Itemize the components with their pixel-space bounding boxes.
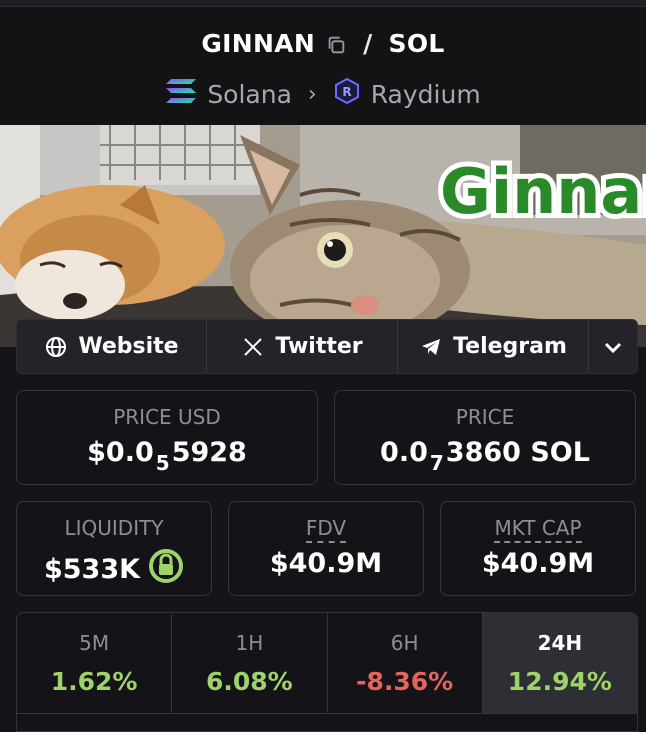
token-banner-image: Ginnan [0, 125, 646, 347]
chevron-right-icon: › [307, 81, 317, 107]
copy-icon[interactable] [325, 33, 347, 55]
svg-text:R: R [342, 85, 351, 99]
change-value: 6.08% [206, 667, 293, 696]
liquidity-value-row: $533K [17, 548, 211, 591]
website-button[interactable]: Website [17, 320, 207, 373]
price-usd-label: PRICE USD [113, 405, 221, 429]
liquidity-value: $533K [43, 554, 141, 585]
change-tab-5m[interactable]: 5M 1.62% [17, 613, 173, 713]
chevron-down-icon [604, 342, 622, 353]
telegram-label: Telegram [453, 334, 567, 359]
mktcap-card: MKT CAP $40.9M [440, 501, 636, 596]
change-period-label: 1H [235, 631, 264, 655]
dex-link[interactable]: Raydium [371, 80, 481, 109]
price-usd-digits: 5928 [171, 437, 247, 468]
price-usd-prefix: $0.0 [87, 437, 154, 468]
raydium-icon: R [333, 77, 361, 111]
fdv-label[interactable]: FDV [305, 516, 347, 543]
price-zero-count: 7 [429, 450, 444, 475]
telegram-button[interactable]: Telegram [398, 320, 589, 373]
liquidity-card: LIQUIDITY $533K [16, 501, 212, 596]
change-period-label: 24H [537, 631, 583, 655]
telegram-icon [422, 338, 441, 355]
pair-separator: / [363, 29, 373, 58]
lock-icon[interactable] [148, 548, 184, 591]
solana-icon [165, 78, 197, 110]
liquidity-label: LIQUIDITY [64, 516, 164, 540]
quote-symbol: SOL [388, 29, 445, 58]
mktcap-label[interactable]: MKT CAP [494, 516, 582, 543]
top-edge [0, 0, 646, 7]
change-period-label: 5M [79, 631, 110, 655]
banner-logo-text: Ginnan [440, 155, 646, 228]
change-tab-6h[interactable]: 6H -8.36% [328, 613, 483, 713]
change-period-label: 6H [390, 631, 419, 655]
change-tab-24h[interactable]: 24H 12.94% [482, 613, 637, 713]
fdv-card: FDV $40.9M [228, 501, 424, 596]
price-prefix: 0.0 [380, 437, 428, 468]
mktcap-value: $40.9M [481, 548, 595, 579]
social-links-bar: Website Twitter Telegram [16, 319, 638, 374]
price-native-card: PRICE 0.0 7 3860 SOL [334, 390, 636, 485]
price-usd-value: $0.0 5 5928 [17, 437, 317, 475]
chain-breadcrumb: Solana › R Raydium [0, 77, 646, 111]
price-change-tabs: 5M 1.62% 1H 6.08% 6H -8.36% 24H 12.94% [16, 612, 638, 732]
price-digits: 3860 SOL [445, 437, 590, 468]
price-usd-card: PRICE USD $0.0 5 5928 [16, 390, 318, 485]
price-native-value: 0.0 7 3860 SOL [335, 437, 635, 475]
globe-icon [46, 336, 67, 357]
change-tab-1h[interactable]: 1H 6.08% [172, 613, 328, 713]
price-usd-zero-count: 5 [155, 450, 170, 475]
change-value: -8.36% [356, 667, 454, 696]
pair-header: GINNAN / SOL Solana › R Raydium [0, 7, 646, 125]
price-label: PRICE [455, 405, 515, 429]
pair-title: GINNAN / SOL [0, 29, 646, 58]
twitter-button[interactable]: Twitter [207, 320, 398, 373]
website-label: Website [78, 334, 179, 359]
change-value: 12.94% [507, 667, 612, 696]
fdv-value: $40.9M [269, 548, 383, 579]
change-value: 1.62% [50, 667, 138, 696]
more-links-button[interactable] [589, 320, 637, 373]
x-icon [244, 337, 263, 356]
chain-link[interactable]: Solana [207, 80, 292, 109]
twitter-label: Twitter [275, 334, 363, 359]
token-symbol[interactable]: GINNAN [201, 29, 315, 58]
